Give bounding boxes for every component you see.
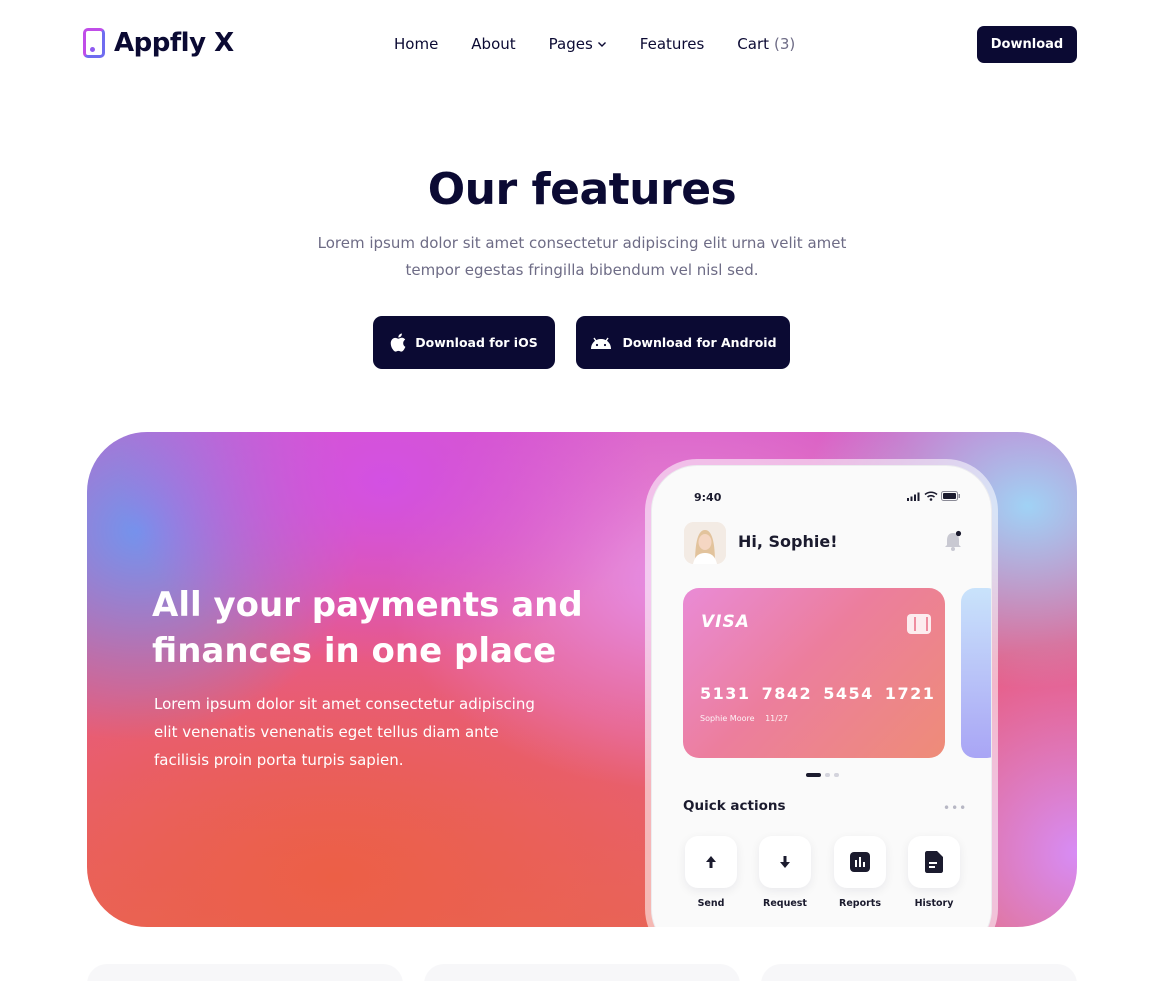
history-icon (925, 851, 943, 873)
card-brand: VISA (701, 612, 750, 632)
send-label: Send (697, 898, 725, 909)
next-card-peek[interactable] (961, 588, 991, 758)
quick-actions-title: Quick actions (683, 798, 786, 814)
nav-home[interactable]: Home (394, 35, 438, 53)
page-title: Our features (427, 164, 737, 215)
send-icon (706, 856, 716, 868)
battery-icon (941, 491, 960, 501)
feature-card (424, 964, 740, 981)
avatar[interactable] (684, 522, 726, 564)
send-button-box (685, 836, 737, 888)
history-button-box (908, 836, 960, 888)
site-header: Appfly X Home About Pages Features Cart … (0, 0, 1164, 90)
card-expiry: 11/27 (765, 714, 789, 723)
card-chip-icon (907, 614, 931, 634)
more-icon[interactable]: ••• (943, 801, 967, 815)
feature-banner: All your payments and finances in one pl… (87, 432, 1077, 927)
banner-text: Lorem ipsum dolor sit amet consectetur a… (154, 695, 535, 769)
pager-dot-active[interactable] (806, 773, 821, 777)
card-pagination (806, 773, 843, 777)
nav-features[interactable]: Features (640, 35, 705, 53)
download-button[interactable]: Download (977, 26, 1077, 63)
android-icon (591, 337, 612, 349)
reports-icon (850, 852, 870, 872)
card-holder-name: Sophie Moore (700, 714, 755, 723)
download-ios-button[interactable]: Download for iOS (373, 316, 555, 369)
download-android-button[interactable]: Download for Android (576, 316, 790, 369)
wifi-icon (924, 491, 938, 501)
pager-dot[interactable] (825, 773, 830, 777)
pager-dot[interactable] (834, 773, 839, 777)
feature-card (87, 964, 403, 981)
request-button-box (759, 836, 811, 888)
main-nav: Home About Pages Features Cart (3) (394, 35, 828, 53)
download-android-label: Download for Android (622, 335, 777, 350)
greeting: Hi, Sophie! (738, 532, 838, 551)
chevron-down-icon (597, 42, 606, 47)
nav-about[interactable]: About (471, 35, 515, 53)
reports-button-box (834, 836, 886, 888)
reports-label: Reports (839, 898, 881, 909)
quick-action-request[interactable]: Request (757, 836, 813, 909)
request-icon (780, 856, 790, 868)
bell-icon[interactable] (943, 530, 963, 552)
banner-heading: All your payments and finances in one pl… (152, 585, 583, 671)
credit-card[interactable]: VISA 5131 7842 5454 1721 Sophie Moore 11… (683, 588, 945, 758)
logo[interactable]: Appfly X (83, 28, 234, 58)
nav-pages[interactable]: Pages (549, 35, 607, 53)
apple-icon (390, 333, 406, 352)
nav-pages-label: Pages (548, 35, 593, 53)
feature-card (761, 964, 1077, 981)
logo-text: Appfly X (114, 28, 234, 58)
nav-cart-label: Cart (737, 35, 770, 53)
cart-count-badge: (3) (774, 35, 796, 53)
download-ios-label: Download for iOS (415, 335, 538, 350)
request-label: Request (763, 898, 807, 909)
status-icons (907, 491, 961, 501)
phone-mockup: 9:40 Hi, Sophie! VISA 5131 7842 5454 172… (651, 465, 992, 927)
card-number: 5131 7842 5454 1721 (700, 684, 936, 703)
quick-action-send[interactable]: Send (683, 836, 739, 909)
card-holder-line: Sophie Moore 11/27 (700, 714, 788, 723)
phone-logo-icon (83, 28, 105, 58)
signal-icon (907, 492, 920, 501)
page-subtitle: Lorem ipsum dolor sit amet consectetur a… (317, 234, 847, 279)
user-portrait-icon (684, 522, 726, 564)
nav-cart[interactable]: Cart (3) (737, 35, 795, 53)
quick-action-history[interactable]: History (906, 836, 962, 909)
history-label: History (914, 898, 954, 909)
quick-action-reports[interactable]: Reports (832, 836, 888, 909)
status-time: 9:40 (694, 491, 722, 504)
